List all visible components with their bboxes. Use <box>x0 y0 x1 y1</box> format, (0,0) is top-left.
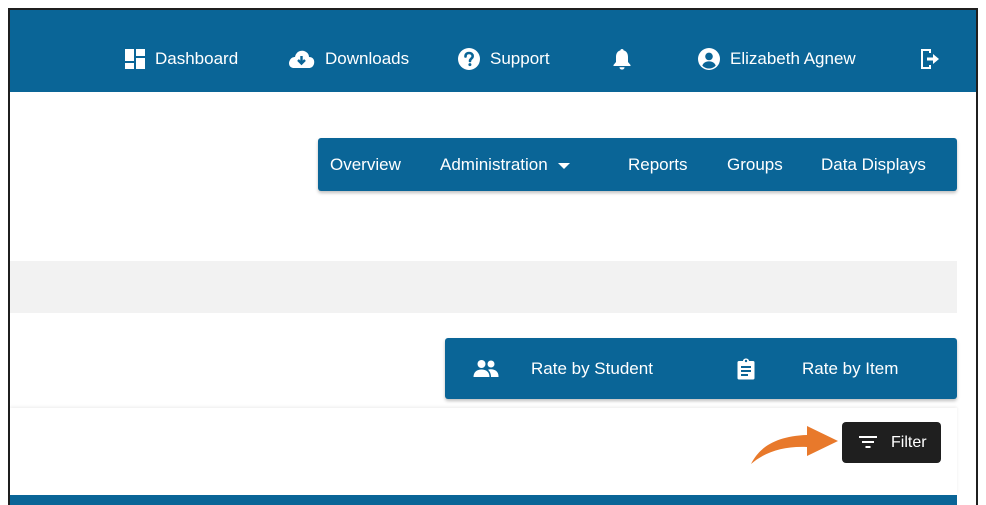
header-link-downloads[interactable]: Downloads <box>288 47 409 71</box>
nav-item-label: Reports <box>628 154 688 174</box>
logout-button[interactable] <box>920 47 950 71</box>
bell-icon <box>613 48 631 70</box>
logout-icon <box>920 48 940 70</box>
nav-item-label: Administration <box>440 154 548 174</box>
rate-by-student-button[interactable]: Rate by Student <box>445 338 705 399</box>
rate-by-item-label: Rate by Item <box>802 359 899 378</box>
filter-button-label: Filter <box>891 434 927 451</box>
frame-margin <box>0 8 8 505</box>
header-link-label: Dashboard <box>155 49 239 68</box>
dashboard-icon <box>125 49 145 69</box>
nav-item-label: Groups <box>727 154 783 174</box>
nav-item-data-displays[interactable]: Data Displays <box>821 138 926 191</box>
annotation-arrow-icon <box>751 426 838 464</box>
frame-edge <box>976 8 978 505</box>
nav-item-groups[interactable]: Groups <box>727 138 783 191</box>
header-link-label: Downloads <box>325 49 410 68</box>
people-icon <box>473 358 499 383</box>
rate-by-student-label: Rate by Student <box>531 359 653 378</box>
filter-lines-icon <box>859 435 877 454</box>
cloud-download-icon <box>288 49 315 69</box>
table-header-bar <box>10 495 957 505</box>
nav-item-label: Overview <box>330 154 401 174</box>
user-circle-icon <box>698 48 720 70</box>
nav-item-label: Data Displays <box>821 154 926 174</box>
screenshot-frame: Dashboard Downloads Support Elizabeth Ag… <box>0 0 986 505</box>
frame-margin <box>0 0 986 8</box>
header-user-name: Elizabeth Agnew <box>730 49 856 68</box>
header-link-label: Support <box>490 49 550 68</box>
nav-item-reports[interactable]: Reports <box>628 138 688 191</box>
caret-down-icon <box>557 162 570 169</box>
header-link-support[interactable]: Support <box>458 47 550 71</box>
filter-button[interactable]: Filter <box>842 422 941 463</box>
frame-margin <box>978 0 986 505</box>
help-circle-icon <box>458 48 480 70</box>
rate-toolbar: Rate by Student Rate by Item <box>445 338 957 399</box>
nav-item-overview[interactable]: Overview <box>330 138 401 191</box>
nav-item-administration[interactable]: Administration <box>440 138 570 191</box>
notifications-button[interactable] <box>613 47 641 71</box>
top-header: Dashboard Downloads Support Elizabeth Ag… <box>10 10 976 92</box>
clipboard-icon <box>737 358 755 385</box>
main-nav: Overview Administration Reports Groups D… <box>318 138 957 191</box>
header-link-dashboard[interactable]: Dashboard <box>125 47 238 71</box>
rate-by-item-button[interactable]: Rate by Item <box>705 338 957 399</box>
header-user-menu[interactable]: Elizabeth Agnew <box>698 47 856 71</box>
section-bar <box>10 261 957 313</box>
